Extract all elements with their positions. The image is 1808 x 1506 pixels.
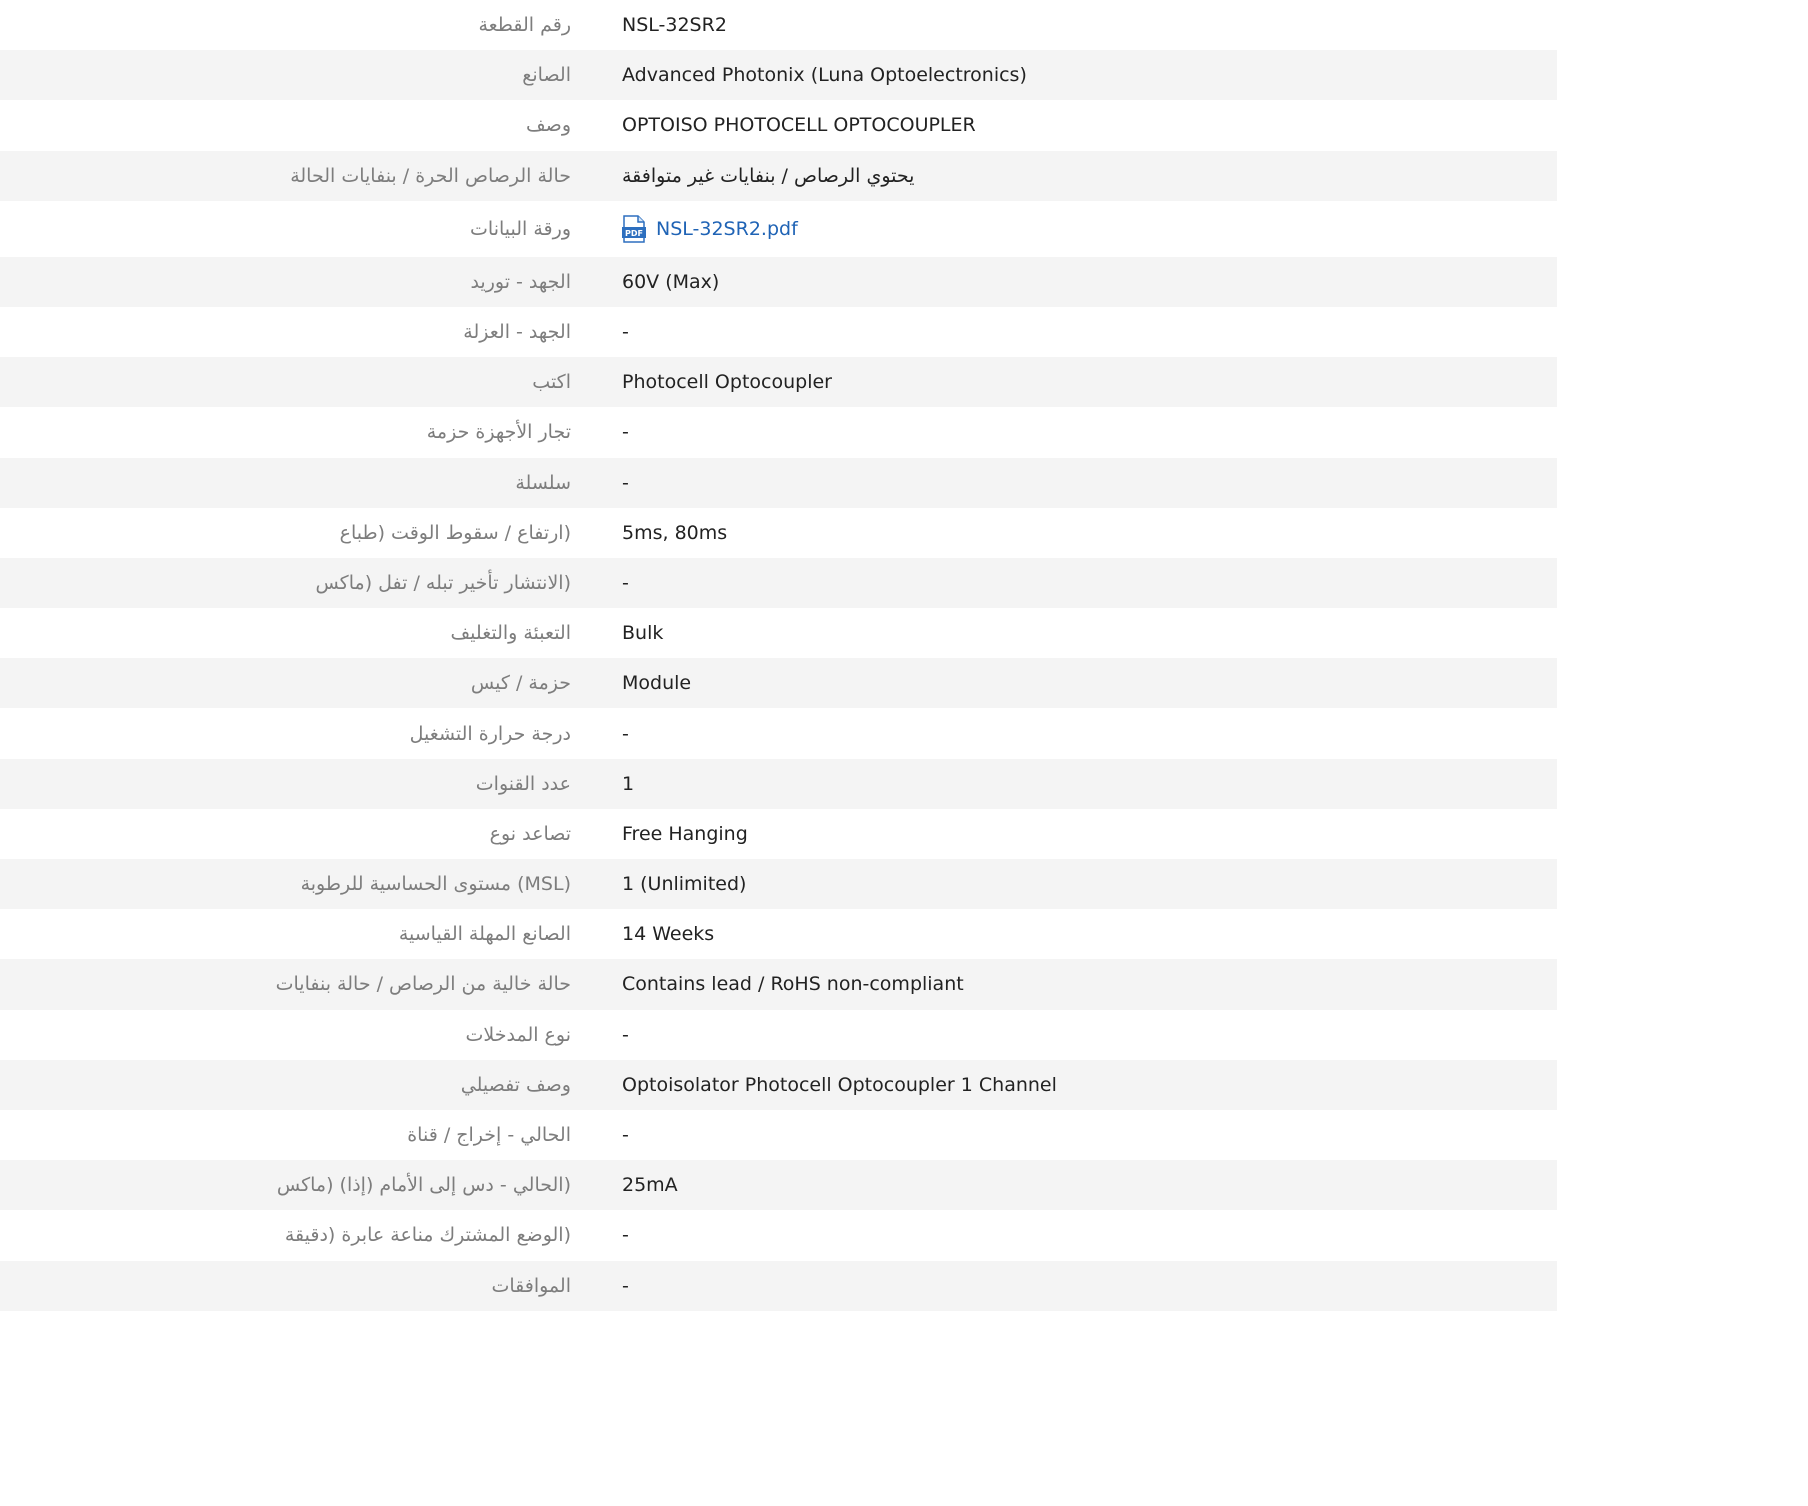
spec-label: التعبئة والتغليف (450, 622, 572, 645)
datasheet-filename: NSL-32SR2.pdf (656, 217, 798, 240)
spec-value: 25mA (622, 1174, 678, 1197)
spec-row-type: اكتب Photocell Optocoupler (0, 357, 1557, 408)
spec-value: Free Hanging (622, 822, 748, 845)
spec-label: الحالي - إخراج / قناة (407, 1124, 571, 1147)
spec-label: (الحالي - دس إلى الأمام (إذا) (ماكس (276, 1174, 571, 1197)
spec-row-common-mode-immunity: (الوضع المشترك مناعة عابرة (دقيقة - (0, 1210, 1557, 1260)
spec-value: - (622, 571, 629, 594)
spec-value: - (622, 471, 629, 494)
datasheet-link[interactable]: PDF NSL-32SR2.pdf (622, 215, 798, 243)
spec-label: الصانع (522, 64, 571, 87)
spec-label: الموافقات (491, 1274, 571, 1297)
spec-row-detailed-description: وصف تفصيلي Optoisolator Photocell Optoco… (0, 1059, 1557, 1110)
spec-label: الجهد - توريد (470, 270, 571, 293)
spec-row-mounting-type: تصاعد نوع Free Hanging (0, 809, 1557, 859)
spec-label: عدد القنوات (475, 772, 571, 795)
spec-label: تجار الأجهزة حزمة (426, 421, 571, 444)
svg-text:PDF: PDF (625, 229, 643, 238)
spec-label: رقم القطعة (478, 14, 571, 37)
spec-row-voltage-supply: الجهد - توريد 60V (Max) (0, 256, 1557, 307)
spec-row-moisture-sensitivity: (MSL) مستوى الحساسية للرطوبة 1 (Unlimite… (0, 859, 1557, 910)
spec-value: 1 (Unlimited) (622, 873, 747, 896)
spec-row-series: سلسلة - (0, 457, 1557, 508)
spec-value: 60V (Max) (622, 270, 720, 293)
spec-row-lead-time: الصانع المهلة القياسية 14 Weeks (0, 909, 1557, 959)
spec-label: ورقة البيانات (470, 217, 571, 240)
spec-value: Bulk (622, 622, 664, 645)
spec-value: Advanced Photonix (Luna Optoelectronics) (622, 64, 1027, 87)
spec-value: Module (622, 672, 692, 695)
spec-row-description: وصف OPTOISO PHOTOCELL OPTOCOUPLER (0, 100, 1557, 150)
spec-row-propagation-delay: (الانتشار تأخير تبله / تفل (ماكس - (0, 557, 1557, 609)
spec-label: (الانتشار تأخير تبله / تفل (ماكس (315, 571, 571, 594)
spec-value: - (622, 1224, 629, 1247)
spec-label: اكتب (532, 371, 571, 394)
spec-value: - (622, 1274, 629, 1297)
spec-row-current-output: الحالي - إخراج / قناة - (0, 1110, 1557, 1160)
spec-row-rise-fall-time: (ارتفاع / سقوط الوقت (طباع 5ms, 80ms (0, 508, 1557, 558)
spec-value: - (622, 1023, 629, 1046)
spec-label: تصاعد نوع (489, 822, 571, 845)
spec-label: نوع المدخلات (465, 1023, 571, 1046)
spec-row-packaging: التعبئة والتغليف Bulk (0, 608, 1557, 658)
spec-row-operating-temperature: درجة حرارة التشغيل - (0, 708, 1557, 758)
spec-value: - (622, 1124, 629, 1147)
spec-value: 14 Weeks (622, 923, 715, 946)
spec-label: حالة الرصاص الحرة / بنفايات الحالة (290, 164, 571, 187)
spec-row-input-type: نوع المدخلات - (0, 1010, 1557, 1060)
spec-value: Optoisolator Photocell Optocoupler 1 Cha… (622, 1073, 1057, 1096)
spec-row-voltage-isolation: الجهد - العزلة - (0, 307, 1557, 357)
spec-row-current-dc-forward: (الحالي - دس إلى الأمام (إذا) (ماكس 25mA (0, 1160, 1557, 1211)
spec-label: (الوضع المشترك مناعة عابرة (دقيقة (284, 1224, 571, 1247)
spec-row-supplier-device-package: تجار الأجهزة حزمة - (0, 407, 1557, 457)
spec-value: - (622, 722, 629, 745)
spec-value: 1 (622, 772, 635, 795)
spec-value: Photocell Optocoupler (622, 371, 832, 394)
spec-row-datasheet: ورقة البيانات PDF NSL-32SR2.pdf (0, 201, 1557, 257)
spec-label: الصانع المهلة القياسية (398, 923, 571, 946)
spec-row-rohs-status: حالة خالية من الرصاص / حالة بنفايات Cont… (0, 959, 1557, 1010)
spec-row-package-case: حزمة / كيس Module (0, 658, 1557, 709)
pdf-icon: PDF (622, 215, 646, 243)
spec-label: (MSL) مستوى الحساسية للرطوبة (300, 873, 571, 896)
spec-label: الجهد - العزلة (463, 321, 571, 344)
spec-label: وصف (526, 114, 571, 137)
spec-row-lead-free-status: حالة الرصاص الحرة / بنفايات الحالة يحتوي… (0, 150, 1557, 201)
spec-label: درجة حرارة التشغيل (409, 722, 571, 745)
spec-value: 5ms, 80ms (622, 521, 728, 544)
spec-row-approvals: الموافقات - (0, 1260, 1557, 1311)
spec-label: وصف تفصيلي (460, 1073, 571, 1096)
spec-row-manufacturer: الصانع Advanced Photonix (Luna Optoelect… (0, 50, 1557, 101)
spec-row-part-number: رقم القطعة NSL-32SR2 (0, 0, 1557, 50)
spec-value: NSL-32SR2 (622, 14, 727, 37)
spec-row-number-of-channels: عدد القنوات 1 (0, 758, 1557, 809)
spec-label: (ارتفاع / سقوط الوقت (طباع (339, 521, 571, 544)
spec-table: رقم القطعة NSL-32SR2 الصانع Advanced Pho… (0, 0, 1557, 1311)
spec-value: - (622, 321, 629, 344)
spec-label: حالة خالية من الرصاص / حالة بنفايات (275, 973, 571, 996)
spec-value: يحتوي الرصاص / بنفايات غير متوافقة (622, 164, 915, 187)
spec-value: Contains lead / RoHS non-compliant (622, 973, 964, 996)
spec-value: OPTOISO PHOTOCELL OPTOCOUPLER (622, 114, 976, 137)
spec-label: سلسلة (515, 471, 571, 494)
spec-label: حزمة / كيس (470, 672, 571, 695)
spec-value: - (622, 421, 629, 444)
